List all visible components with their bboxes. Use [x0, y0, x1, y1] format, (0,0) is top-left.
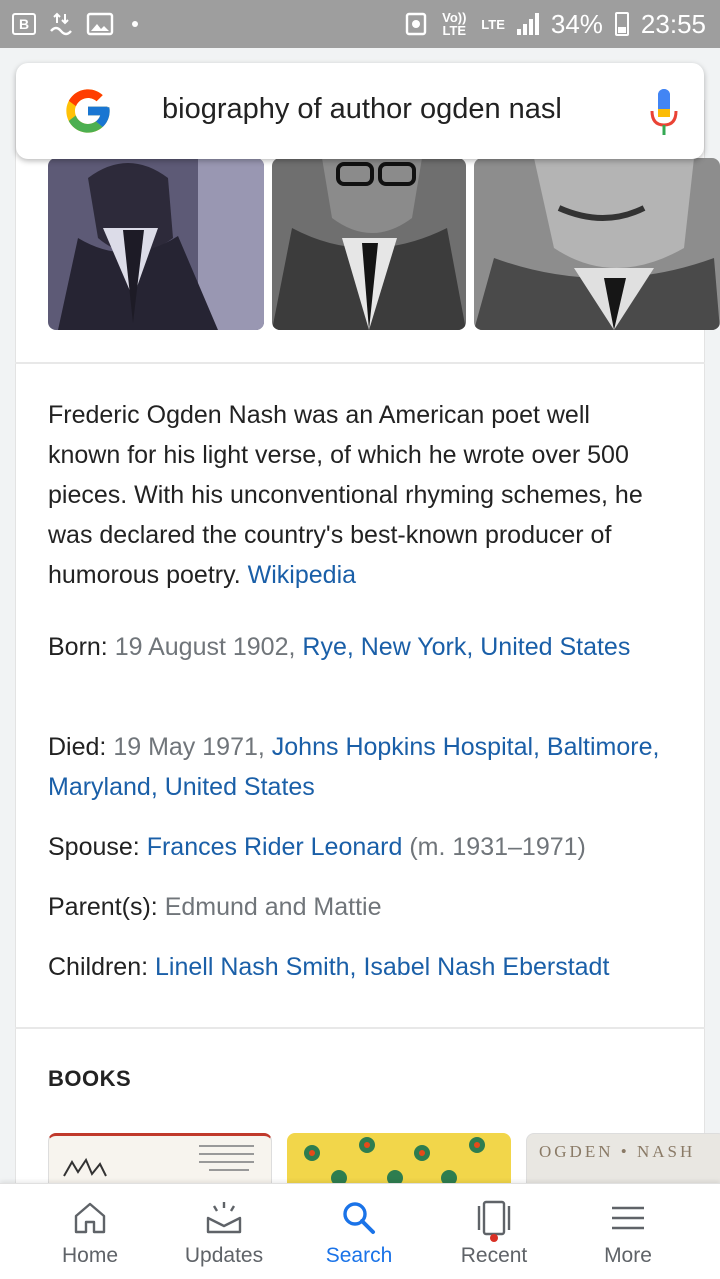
nav-search[interactable]: Search [292, 1184, 426, 1279]
section-divider [15, 1027, 705, 1029]
status-bar-system: Vo)) LTE LTE 34% 23:55 [405, 9, 706, 40]
search-box[interactable]: biography of author ogden nasl [16, 63, 704, 159]
nav-more[interactable]: More [561, 1184, 695, 1279]
nav-updates-label: Updates [184, 1244, 264, 1267]
fact-born: Born: 19 August 1902, Rye, New York, Uni… [48, 627, 688, 667]
lte-indicator: LTE [481, 16, 505, 32]
children-links[interactable]: Linell Nash Smith, Isabel Nash Eberstadt [155, 953, 609, 981]
photo-strip[interactable] [48, 158, 720, 330]
volte-indicator: Vo)) LTE [442, 10, 467, 38]
wikipedia-link[interactable]: Wikipedia [248, 561, 356, 589]
books-heading: BOOKS [48, 1066, 132, 1091]
born-place-link[interactable]: Rye, New York, United States [302, 633, 630, 661]
search-input[interactable]: biography of author ogden nasl [162, 93, 602, 133]
status-bar-notifications: B [12, 11, 138, 37]
more-notifications-icon [132, 21, 138, 27]
nav-more-label: More [604, 1244, 652, 1267]
fact-label: Spouse: [48, 833, 140, 861]
battery-icon [614, 12, 629, 36]
nav-updates[interactable]: Updates [157, 1184, 291, 1279]
portrait-photo-1[interactable] [48, 158, 264, 330]
fact-spouse: Spouse: Frances Rider Leonard (m. 1931–1… [48, 827, 688, 867]
spouse-link[interactable]: Frances Rider Leonard [147, 833, 403, 861]
portrait-photo-2[interactable] [272, 158, 466, 330]
born-date: 19 August 1902, [114, 633, 296, 661]
lock-icon [406, 12, 427, 36]
section-divider [15, 362, 705, 364]
fact-label: Parent(s): [48, 893, 158, 921]
microphone-icon[interactable] [648, 87, 680, 137]
description: Frederic Ogden Nash was an American poet… [48, 395, 668, 595]
recent-icon [477, 1200, 511, 1236]
bottom-navigation: Home Updates Search Recent More [0, 1183, 720, 1279]
fact-label: Died: [48, 733, 107, 761]
status-bar: B Vo)) LTE LTE 34% 23:55 [0, 0, 720, 48]
book-cover-text: OGDEN • NASH [539, 1142, 696, 1161]
nav-recent[interactable]: Recent [427, 1184, 561, 1279]
fact-died: Died: 19 May 1971, Johns Hopkins Hospita… [48, 727, 688, 807]
google-logo-icon[interactable] [62, 85, 114, 137]
menu-icon [612, 1206, 644, 1230]
recent-notification-dot [490, 1234, 498, 1242]
nav-home[interactable]: Home [23, 1184, 157, 1279]
fact-children: Children: Linell Nash Smith, Isabel Nash… [48, 947, 708, 987]
search-icon [343, 1202, 375, 1234]
updates-icon [206, 1202, 242, 1234]
fact-label: Born: [48, 633, 108, 661]
app-notification-icon: B [12, 13, 36, 35]
nav-search-label: Search [325, 1244, 393, 1267]
transfer-icon [50, 12, 72, 36]
clock: 23:55 [640, 8, 706, 39]
nav-home-label: Home [61, 1244, 119, 1267]
fact-parents: Parent(s): Edmund and Mattie [48, 887, 688, 927]
home-icon [74, 1202, 106, 1234]
signal-icon [516, 13, 539, 35]
spouse-years: (m. 1931–1971) [409, 833, 586, 861]
fact-label: Children: [48, 953, 149, 981]
nav-recent-label: Recent [460, 1244, 528, 1267]
parents-value: Edmund and Mattie [164, 893, 382, 921]
died-date: 19 May 1971, [113, 733, 265, 761]
portrait-photo-3[interactable] [474, 158, 720, 330]
battery-percent: 34% [550, 8, 603, 39]
image-icon [86, 12, 114, 36]
